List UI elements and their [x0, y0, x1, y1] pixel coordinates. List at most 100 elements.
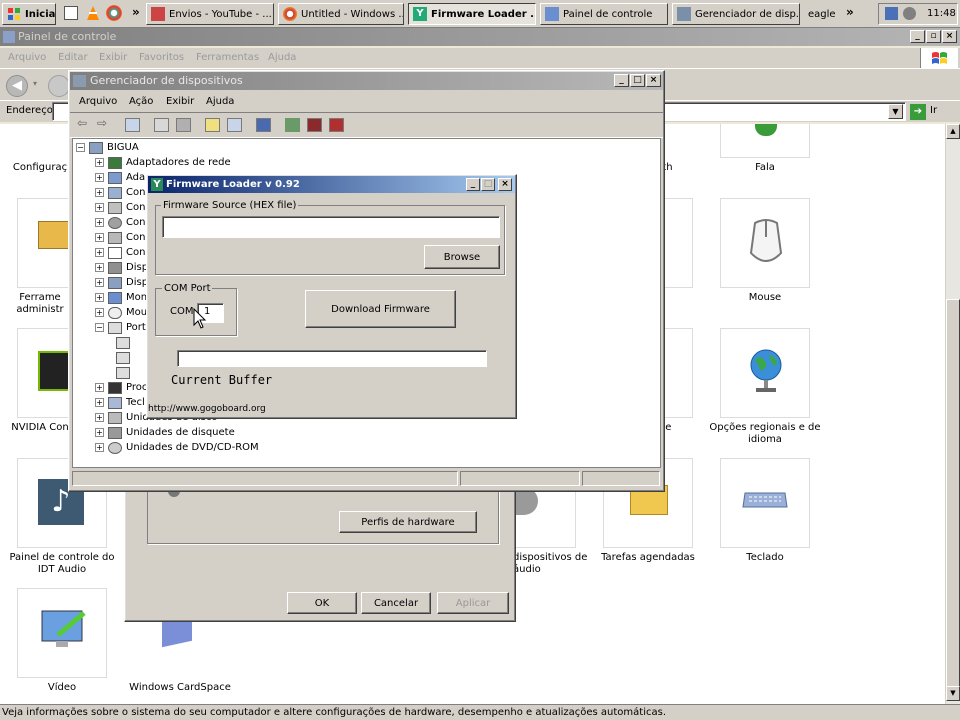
cp-label-keyboard[interactable]: Teclado — [703, 552, 827, 564]
download-firmware-button[interactable]: Download Firmware — [305, 290, 456, 328]
browse-button[interactable]: Browse — [424, 245, 500, 269]
cp-item-video[interactable] — [17, 588, 107, 678]
fw-minimize-button[interactable]: _ — [466, 178, 480, 191]
uninstall-device-icon[interactable] — [329, 118, 344, 132]
menu-exibir[interactable]: Exibir — [99, 52, 127, 63]
vertical-scrollbar[interactable]: ▲ ▼ — [945, 124, 960, 706]
dm-maximize-button[interactable]: □ — [630, 74, 645, 87]
forward-arrow-icon[interactable] — [48, 75, 70, 97]
tree-item[interactable]: + Disp — [95, 275, 148, 290]
dm-menu-arquivo[interactable]: Arquivo — [79, 96, 117, 107]
tree-item[interactable]: + Con — [95, 245, 145, 260]
start-button[interactable]: Iniciar — [2, 3, 56, 25]
address-dropdown-icon[interactable]: ▼ — [888, 104, 903, 119]
dm-close-button[interactable]: × — [646, 74, 661, 87]
task-device-manager[interactable]: Gerenciador de disp... — [672, 3, 800, 25]
back-arrow-icon[interactable]: ◀ — [6, 75, 28, 97]
help-icon[interactable] — [205, 118, 220, 132]
tree-item[interactable]: + Unidades de DVD/CD-ROM — [95, 440, 259, 455]
back-dropdown-icon[interactable]: ▾ — [33, 79, 37, 88]
tree-subitem[interactable] — [116, 350, 134, 365]
cp-item-fala[interactable] — [720, 124, 810, 158]
tree-item[interactable]: + Tecl — [95, 395, 145, 410]
tree-subitem[interactable] — [116, 365, 134, 380]
tree-item[interactable]: + Con — [95, 215, 145, 230]
tree-item[interactable]: + Disp — [95, 260, 148, 275]
task-control-panel[interactable]: Painel de controle — [540, 3, 668, 25]
fw-close-button[interactable]: × — [498, 178, 512, 191]
tree-item[interactable]: + Con — [95, 200, 145, 215]
tree-item[interactable]: + Mou — [95, 305, 147, 320]
close-button[interactable]: × — [942, 30, 957, 43]
cancel-button[interactable]: Cancelar — [361, 592, 431, 614]
firmware-loader-titlebar[interactable]: Y Firmware Loader v 0.92 — [148, 176, 515, 193]
scroll-up-icon[interactable]: ▲ — [946, 124, 960, 139]
view-icon[interactable] — [227, 118, 242, 132]
restore-button[interactable]: ▫ — [926, 30, 941, 43]
ok-button[interactable]: OK — [287, 592, 357, 614]
task-eagle[interactable]: eagle — [804, 3, 844, 25]
cp-label-audio-devices[interactable]: dispositivos de áudio — [513, 552, 593, 576]
tree-item[interactable]: + Adaptadores de rede — [95, 155, 231, 170]
dm-menu-acao[interactable]: Ação — [129, 96, 153, 107]
fw-maximize-button[interactable]: □ — [481, 178, 495, 191]
cp-label-fala[interactable]: Fala — [703, 162, 827, 174]
dm-back-icon[interactable]: ⇦ — [77, 116, 87, 130]
scroll-thumb[interactable] — [946, 299, 960, 699]
apply-button[interactable]: Aplicar — [437, 592, 509, 614]
quicklaunch-overflow-icon[interactable]: » — [132, 5, 140, 19]
network-icon[interactable] — [885, 7, 898, 20]
tree-item[interactable]: − Port — [95, 320, 146, 335]
tree-item[interactable]: + Proc — [95, 380, 147, 395]
firmware-path-input[interactable] — [162, 216, 500, 238]
control-panel-titlebar[interactable]: Painel de controle — [0, 28, 960, 46]
menu-arquivo[interactable]: Arquivo — [8, 52, 46, 63]
cp-label-regional[interactable]: Opções regionais e de idioma — [703, 422, 827, 446]
tree-item[interactable]: + Mon — [95, 290, 147, 305]
tree-root[interactable]: − BIGUA — [76, 140, 139, 155]
dm-menu-ajuda[interactable]: Ajuda — [206, 96, 234, 107]
vlc-icon[interactable] — [86, 5, 100, 24]
tree-subitem[interactable] — [116, 335, 134, 350]
tree-item[interactable]: + Ada — [95, 170, 145, 185]
task-untitled[interactable]: Untitled - Windows ... — [278, 3, 404, 25]
dm-minimize-button[interactable]: _ — [614, 74, 629, 87]
tree-item[interactable]: + Unidades de disquete — [95, 425, 235, 440]
cp-item-keyboard[interactable] — [720, 458, 810, 548]
device-manager-titlebar[interactable]: Gerenciador de dispositivos — [70, 72, 663, 90]
scroll-down-icon[interactable]: ▼ — [946, 686, 960, 701]
taskbar-overflow-icon[interactable]: » — [846, 5, 854, 19]
settings-icon[interactable] — [903, 7, 916, 20]
cp-label-video[interactable]: Vídeo — [0, 682, 124, 694]
update-driver-icon[interactable] — [285, 118, 300, 132]
chrome-icon[interactable] — [106, 5, 122, 21]
dm-menu-exibir[interactable]: Exibir — [166, 96, 194, 107]
tree-item[interactable]: + Con — [95, 185, 145, 200]
cp-item-mouse[interactable] — [720, 198, 810, 288]
hardware-profiles-button[interactable]: Perfis de hardware — [339, 511, 477, 533]
gogoboard-url[interactable]: http://www.gogoboard.org — [148, 404, 266, 414]
go-label[interactable]: Ir — [930, 105, 937, 116]
scan-hardware-icon[interactable] — [256, 118, 271, 132]
menu-editar[interactable]: Editar — [58, 52, 88, 63]
task-youtube[interactable]: Envios - YouTube - ... — [146, 3, 274, 25]
tree-item[interactable]: + Con — [95, 230, 145, 245]
menu-ajuda[interactable]: Ajuda — [268, 52, 296, 63]
minimize-button[interactable]: _ — [910, 30, 925, 43]
cp-label-cardspace[interactable]: Windows CardSpace — [118, 682, 242, 694]
cp-label-mouse[interactable]: Mouse — [703, 292, 827, 304]
properties-icon[interactable] — [154, 118, 169, 132]
cp-label-idt-audio[interactable]: Painel de controle do IDT Audio — [0, 552, 124, 576]
menu-favoritos[interactable]: Favoritos — [139, 52, 184, 63]
task-firmware-loader[interactable]: Y Firmware Loader ... — [408, 3, 536, 25]
properties-view-icon[interactable] — [125, 118, 140, 132]
go-arrow-icon[interactable]: ➔ — [910, 104, 926, 120]
show-desktop-icon[interactable] — [64, 6, 78, 20]
dm-forward-icon[interactable]: ⇨ — [97, 116, 107, 130]
cp-item-regional[interactable] — [720, 328, 810, 418]
cp-label-scheduled[interactable]: Tarefas agendadas — [586, 552, 710, 564]
disable-device-icon[interactable] — [307, 118, 322, 132]
collapse-icon[interactable]: − — [76, 143, 85, 152]
print-icon[interactable] — [176, 118, 191, 132]
menu-ferramentas[interactable]: Ferramentas — [196, 52, 259, 63]
